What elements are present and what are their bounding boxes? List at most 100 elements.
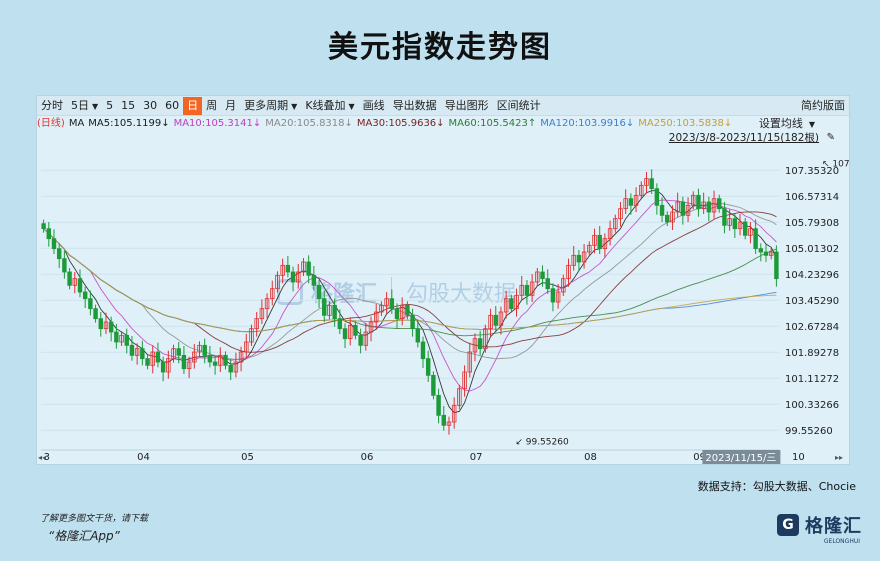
ma-legend-period: (日线) xyxy=(37,118,65,129)
toolbar-item-label: K线叠加 xyxy=(305,98,346,112)
scroll-right-icon: ▸▸ xyxy=(835,453,843,462)
toolbar-item-label: 月 xyxy=(225,98,237,112)
candle-body xyxy=(176,348,181,356)
pin-icon[interactable]: ✎ xyxy=(827,131,835,145)
footer-download-hint: 了解更多图文干货，请下载 xyxy=(40,514,149,524)
x-tick-label: 08 xyxy=(584,452,597,463)
ma30-line xyxy=(43,211,777,353)
candle-body xyxy=(649,178,654,190)
candle-body xyxy=(56,248,62,260)
ma5-line xyxy=(43,190,777,414)
candle-body xyxy=(659,204,665,216)
toolbar-item-6[interactable]: 日 xyxy=(183,96,203,115)
toolbar-item-13[interactable]: 导出图形 xyxy=(441,97,493,115)
y-tick-label: 105.01302 xyxy=(785,244,839,255)
simple-layout-button[interactable]: 简约版面 xyxy=(801,96,845,116)
toolbar-item-label: 导出图形 xyxy=(444,98,489,112)
toolbar-item-label: 5 xyxy=(106,98,114,112)
y-tick-label: 105.79308 xyxy=(785,218,839,229)
ma20-line xyxy=(43,202,777,360)
candle-body xyxy=(93,308,98,320)
candle-body xyxy=(717,198,722,210)
candle-body xyxy=(540,271,545,280)
y-tick-label: 100.33266 xyxy=(785,400,839,411)
candle-body xyxy=(129,344,135,356)
ma-legend-item: MA20:105.8318↓ xyxy=(265,118,353,129)
toolbar-item-12[interactable]: 导出数据 xyxy=(389,97,441,115)
candle-body xyxy=(46,228,52,240)
toolbar-item-label: 画线 xyxy=(362,98,385,112)
toolbar-item-0[interactable]: 分时 xyxy=(37,97,67,115)
crosshair-date-label: 2023/11/15/三 xyxy=(705,453,776,464)
candle-body xyxy=(332,304,337,320)
brand-name: 格隆汇 xyxy=(805,516,862,537)
candle-body xyxy=(722,208,727,226)
y-tick-label: 106.57314 xyxy=(785,192,839,203)
toolbar-item-label: 更多周期 xyxy=(244,98,289,112)
candle-body xyxy=(628,198,634,206)
candle-body xyxy=(290,271,296,283)
toolbar-item-11[interactable]: 画线 xyxy=(359,97,389,115)
candle-body xyxy=(732,218,738,230)
footer-app-name: “格隆汇App” xyxy=(48,529,120,543)
candle-body xyxy=(509,298,514,310)
candle-body xyxy=(67,271,72,286)
toolbar-item-9[interactable]: 更多周期 ▼ xyxy=(240,97,301,115)
candle-body xyxy=(322,298,327,316)
toolbar-item-4[interactable]: 30 xyxy=(139,97,161,115)
scroll-left-icon: ◂◂ xyxy=(38,453,46,462)
toolbar-item-2[interactable]: 5 xyxy=(102,97,117,115)
candle-body xyxy=(436,394,441,416)
toolbar-item-7[interactable]: 周 xyxy=(202,97,221,115)
y-tick-label: 102.67284 xyxy=(785,322,839,333)
ma-legend-item: MA30:105.9636↓ xyxy=(356,118,445,129)
chevron-down-icon: ▼ xyxy=(348,101,355,111)
toolbar-item-3[interactable]: 15 xyxy=(117,97,139,115)
candle-body xyxy=(524,284,530,296)
toolbar-item-label: 5日 xyxy=(71,98,89,112)
candle-body xyxy=(753,228,758,250)
candle-body xyxy=(145,358,150,366)
ma-legend-item: MA10:105.3141↓ xyxy=(173,118,262,129)
candle-body xyxy=(140,348,145,360)
toolbar-item-label: 日 xyxy=(187,98,199,112)
page-title: 美元指数走势图 xyxy=(328,30,552,65)
candle-body xyxy=(774,251,779,280)
toolbar-item-10[interactable]: K线叠加 ▼ xyxy=(301,97,358,115)
ma-legend-item: MA5:105.1199↓ xyxy=(88,118,170,129)
candle-body xyxy=(758,248,764,253)
toolbar-item-label: 导出数据 xyxy=(392,98,437,112)
ma-settings-label: 设置均线 xyxy=(758,117,803,130)
candle-body xyxy=(425,358,431,376)
ma10-line xyxy=(43,199,777,392)
x-tick-label: 06 xyxy=(361,452,374,463)
toolbar-item-8[interactable]: 月 xyxy=(221,97,240,115)
candle-body xyxy=(394,308,400,320)
candle-body xyxy=(155,351,161,363)
candle-body xyxy=(420,341,426,360)
candle-body xyxy=(550,288,556,303)
candle-body xyxy=(82,291,88,300)
candlestick-chart[interactable]: 107.35320106.57314105.79308105.01302104.… xyxy=(37,146,849,464)
candle-body xyxy=(576,254,582,263)
candle-body xyxy=(696,194,701,210)
candle-body xyxy=(114,331,119,343)
candle-body xyxy=(306,261,311,276)
toolbar-item-1[interactable]: 5日 ▼ xyxy=(67,97,102,115)
toolbar-item-5[interactable]: 60 xyxy=(161,97,183,115)
candle-body xyxy=(316,284,322,300)
candle-body xyxy=(410,314,415,330)
candle-body xyxy=(124,334,129,346)
candle-body xyxy=(77,278,83,293)
price-annotation: ↙ 99.55260 xyxy=(515,437,569,447)
chart-toolbar: 分时 5日 ▼ 5 15 30 60 日周月更多周期 ▼ K线叠加 ▼ 画线 导出数据 导出图形 区间统计 xyxy=(37,96,849,116)
candle-body xyxy=(228,364,233,373)
ma-legend-label: MA xyxy=(68,118,85,129)
candle-body xyxy=(311,274,317,286)
chart-panel: 分时 5日 ▼ 5 15 30 60 日周月更多周期 ▼ K线叠加 ▼ 画线 导出数据 导出图形 区间统计 … xyxy=(36,95,850,465)
candle-body xyxy=(665,214,670,223)
toolbar-item-14[interactable]: 区间统计 xyxy=(493,97,545,115)
candle-body xyxy=(706,201,712,213)
candle-body xyxy=(597,234,602,250)
ma-settings-button[interactable]: 设置均线 ▼ xyxy=(759,117,815,132)
